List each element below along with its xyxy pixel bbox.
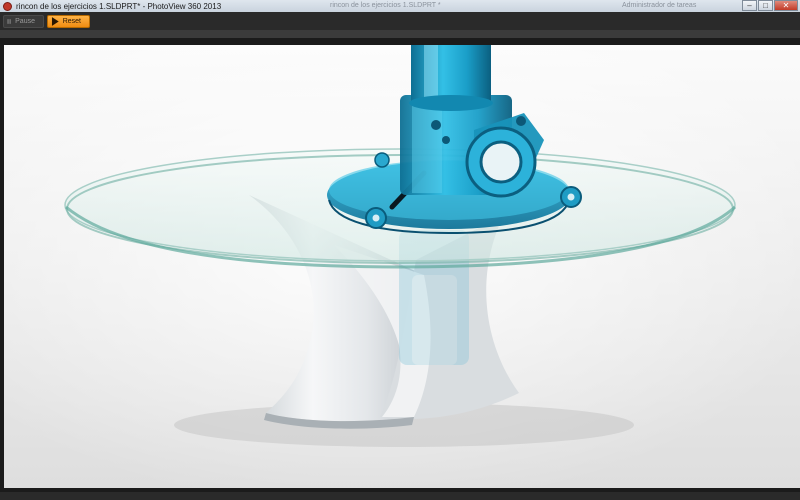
status-strip bbox=[0, 492, 800, 500]
app-icon bbox=[3, 1, 12, 11]
render-toolbar: Pause Reset bbox=[0, 12, 800, 30]
pause-label: Pause bbox=[15, 17, 35, 25]
pause-button[interactable]: Pause bbox=[3, 14, 44, 28]
window-title: rincon de los ejercicios 1.SLDPRT* - Pho… bbox=[16, 1, 222, 11]
minimize-button[interactable]: – bbox=[742, 0, 757, 11]
play-icon bbox=[51, 16, 59, 26]
render-viewport[interactable] bbox=[4, 45, 800, 488]
toolbar-divider bbox=[0, 30, 800, 38]
ghost-taskbar-label: Administrador de tareas bbox=[622, 2, 697, 9]
maximize-button[interactable]: □ bbox=[758, 0, 773, 11]
title-bar: rincon de los ejercicios 1.SLDPRT* - Pho… bbox=[0, 0, 800, 12]
reset-label: Reset bbox=[62, 17, 81, 25]
pause-icon bbox=[7, 18, 11, 24]
window-controls: – □ ✕ bbox=[742, 0, 798, 11]
close-button[interactable]: ✕ bbox=[774, 0, 798, 11]
ghost-title: rincon de los ejercicios 1.SLDPRT * bbox=[330, 2, 441, 9]
reset-button[interactable]: Reset bbox=[47, 14, 90, 28]
